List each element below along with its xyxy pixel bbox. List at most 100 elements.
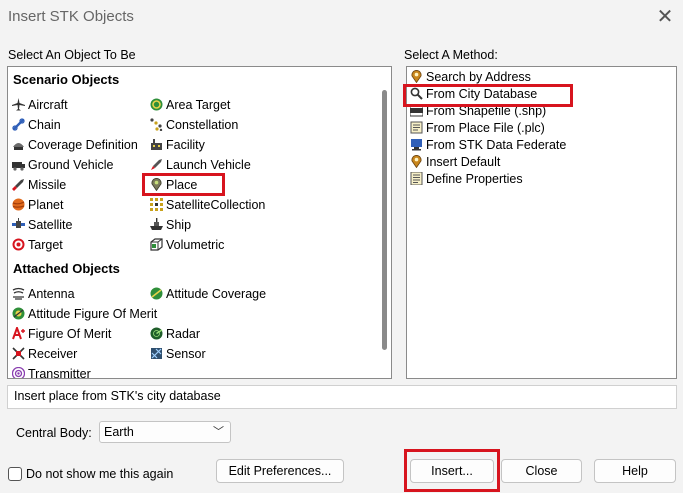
edit-preferences-button[interactable]: Edit Preferences... (216, 459, 344, 483)
data-federate-icon (411, 139, 422, 151)
list-item-launch-vehicle[interactable]: Launch Vehicle (150, 156, 251, 174)
list-item-missile[interactable]: Missile (12, 176, 66, 194)
central-body-value: Earth (104, 425, 134, 439)
item-label: Sensor (166, 347, 206, 361)
coverage-definition-icon (13, 143, 24, 150)
item-label: Coverage Definition (28, 138, 138, 152)
method-from-place-file[interactable]: From Place File (.plc) (410, 119, 545, 137)
chain-icon (12, 118, 25, 131)
category-attached-objects: Attached Objects (13, 261, 120, 276)
item-label: Transmitter (28, 367, 91, 379)
item-label: Receiver (28, 347, 78, 361)
item-label: Constellation (166, 118, 239, 132)
list-item-receiver[interactable]: Receiver (12, 345, 77, 363)
description-text: Insert place from STK's city database (7, 385, 677, 409)
item-label: SatelliteCollection (166, 198, 266, 212)
list-item-attitude-coverage[interactable]: Attitude Coverage (150, 285, 266, 303)
list-item-antenna[interactable]: Antenna (12, 285, 75, 303)
method-insert-default[interactable]: Insert Default (410, 153, 500, 171)
method-label: From STK Data Federate (426, 138, 567, 152)
central-body-select[interactable]: Earth ﹀ (99, 421, 231, 443)
properties-icon (410, 172, 423, 185)
list-item-constellation[interactable]: Constellation (150, 116, 238, 134)
launch-vehicle-icon (151, 159, 162, 170)
title-bar: Insert STK Objects ✕ (0, 0, 683, 34)
item-label: Ground Vehicle (28, 158, 114, 172)
item-label: Area Target (166, 98, 231, 112)
aircraft-icon (12, 98, 25, 111)
target-icon (12, 238, 25, 251)
help-button[interactable]: Help (594, 459, 676, 483)
receiver-icon (12, 347, 25, 360)
method-label: Define Properties (426, 172, 523, 186)
missile-icon (12, 179, 24, 191)
list-item-satellite[interactable]: Satellite (12, 216, 72, 234)
list-item-aircraft[interactable]: Aircraft (12, 96, 68, 114)
object-list-scrollbar[interactable] (374, 70, 390, 377)
list-item-chain[interactable]: Chain (12, 116, 61, 134)
attitude-figure-of-merit-icon (12, 307, 25, 320)
item-label: Launch Vehicle (166, 158, 251, 172)
object-list-panel[interactable]: Scenario Objects Aircraft Area Target Ch… (7, 66, 392, 379)
scrollbar-thumb[interactable] (382, 90, 387, 350)
item-label: Chain (28, 118, 61, 132)
ground-vehicle-icon (12, 162, 25, 171)
item-label: Volumetric (166, 238, 225, 252)
list-item-figure-of-merit[interactable]: Figure Of Merit (12, 325, 111, 343)
item-label: Facility (166, 138, 205, 152)
place-highlight (142, 173, 225, 196)
item-label: Attitude Figure Of Merit (28, 307, 158, 321)
list-item-ground-vehicle[interactable]: Ground Vehicle (12, 156, 113, 174)
file-icon (410, 121, 423, 134)
figure-of-merit-icon (12, 327, 25, 340)
list-item-coverage-definition[interactable]: Coverage Definition (12, 136, 138, 154)
list-item-volumetric[interactable]: Volumetric (150, 236, 224, 254)
transmitter-icon (12, 367, 25, 378)
satellite-collection-icon (150, 198, 163, 211)
method-from-stk-data-federate[interactable]: From STK Data Federate (410, 136, 566, 154)
item-label: Satellite (28, 218, 73, 232)
list-item-area-target[interactable]: Area Target (150, 96, 230, 114)
facility-icon (151, 139, 162, 150)
item-label: Radar (166, 327, 201, 341)
list-item-facility[interactable]: Facility (150, 136, 205, 154)
method-label: Search by Address (426, 70, 531, 84)
volumetric-icon (150, 238, 163, 251)
antenna-icon (12, 287, 25, 300)
pin-icon (411, 155, 422, 168)
ship-icon (150, 218, 163, 230)
do-not-show-label: Do not show me this again (26, 467, 174, 481)
item-label: Attitude Coverage (166, 287, 267, 301)
list-item-radar[interactable]: Radar (150, 325, 200, 343)
list-item-target[interactable]: Target (12, 236, 63, 254)
insert-highlight (404, 449, 500, 492)
window-title: Insert STK Objects (8, 8, 134, 25)
list-item-ship[interactable]: Ship (150, 216, 191, 234)
method-label: From Place File (.plc) (426, 121, 545, 135)
chevron-down-icon: ﹀ (213, 426, 224, 438)
area-target-icon (150, 98, 163, 111)
list-item-transmitter[interactable]: Transmitter (12, 365, 91, 379)
item-label: Missile (28, 178, 67, 192)
category-scenario-objects: Scenario Objects (13, 72, 120, 87)
method-list-panel[interactable]: Search by Address From City Database Fro… (406, 66, 677, 379)
list-item-sensor[interactable]: Sensor (150, 345, 206, 363)
planet-icon (12, 198, 25, 211)
satellite-icon (12, 218, 25, 228)
object-section-label: Select An Object To Be (8, 48, 136, 62)
close-window-button[interactable]: ✕ (652, 4, 678, 30)
list-item-satellite-collection[interactable]: SatelliteCollection (150, 196, 265, 214)
item-label: Aircraft (28, 98, 68, 112)
sensor-icon (151, 348, 162, 359)
close-button[interactable]: Close (501, 459, 582, 483)
central-body-label: Central Body: (16, 426, 92, 440)
item-label: Figure Of Merit (28, 327, 112, 341)
do-not-show-checkbox[interactable] (8, 467, 22, 481)
item-label: Ship (166, 218, 192, 232)
list-item-planet[interactable]: Planet (12, 196, 63, 214)
constellation-icon (150, 118, 163, 131)
attitude-coverage-icon (150, 287, 163, 300)
method-define-properties[interactable]: Define Properties (410, 170, 523, 188)
city-database-highlight (403, 84, 573, 107)
list-item-attitude-figure-of-merit[interactable]: Attitude Figure Of Merit (12, 305, 157, 323)
